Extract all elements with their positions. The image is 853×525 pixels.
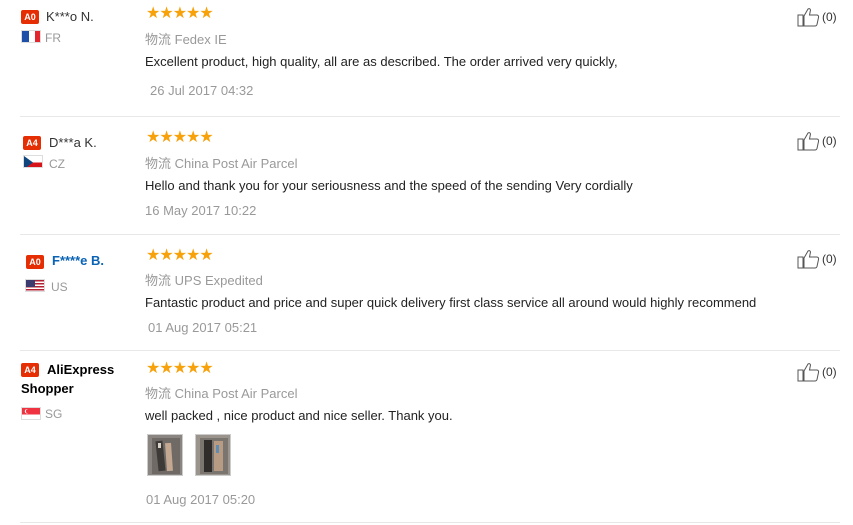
helpful-count: (0) bbox=[822, 10, 837, 24]
helpful-button[interactable]: (0) bbox=[797, 249, 837, 269]
logistics-label: 物流 bbox=[145, 32, 172, 47]
thumbs-up-icon bbox=[797, 132, 820, 151]
divider bbox=[20, 234, 840, 235]
divider bbox=[20, 522, 840, 523]
reviewer-name-link[interactable]: F****e B. bbox=[52, 253, 104, 268]
reviewer-name: AliExpress Shopper bbox=[21, 362, 115, 396]
helpful-count: (0) bbox=[822, 252, 837, 266]
flag-sg-icon bbox=[21, 407, 41, 420]
review-photo-thumbnail[interactable] bbox=[195, 434, 231, 476]
helpful-button[interactable]: (0) bbox=[797, 7, 837, 27]
flag-us-icon bbox=[25, 279, 45, 292]
divider bbox=[20, 350, 840, 351]
logistics-label: 物流 bbox=[145, 273, 172, 288]
buyer-level-badge: A0 bbox=[26, 255, 44, 269]
divider bbox=[20, 116, 840, 117]
shipping-service: UPS Expedited bbox=[174, 273, 263, 288]
logistics-label: 物流 bbox=[145, 386, 172, 401]
rating-stars: ★★★★★ bbox=[146, 5, 214, 22]
logistics-info: 物流 China Post Air Parcel bbox=[145, 153, 297, 172]
review-comment: well packed , nice product and nice sell… bbox=[145, 408, 453, 423]
reviewer-name: D***a K. bbox=[49, 135, 97, 150]
helpful-count: (0) bbox=[822, 365, 837, 379]
review-photo-thumbnail[interactable] bbox=[147, 434, 183, 476]
reviewer-country: SG bbox=[45, 407, 63, 421]
rating-stars: ★★★★★ bbox=[146, 129, 214, 146]
review-date: 16 May 2017 10:22 bbox=[145, 203, 257, 218]
reviewer-country: FR bbox=[45, 31, 61, 45]
review-comment: Fantastic product and price and super qu… bbox=[145, 295, 757, 310]
rating-stars: ★★★★★ bbox=[146, 360, 214, 377]
logistics-label: 物流 bbox=[145, 156, 172, 171]
buyer-level-badge: A0 bbox=[21, 10, 39, 24]
logistics-info: 物流 Fedex IE bbox=[145, 29, 227, 48]
shipping-service: Fedex IE bbox=[174, 32, 227, 47]
review-comment: Excellent product, high quality, all are… bbox=[145, 54, 618, 69]
flag-fr-icon bbox=[21, 30, 41, 43]
reviewer-name: K***o N. bbox=[46, 9, 94, 24]
thumbs-up-icon bbox=[797, 8, 820, 27]
reviewer-country: US bbox=[51, 280, 68, 294]
review-comment: Hello and thank you for your seriousness… bbox=[145, 178, 633, 193]
review-date: 26 Jul 2017 04:32 bbox=[150, 83, 254, 98]
logistics-info: 物流 UPS Expedited bbox=[145, 270, 263, 289]
logistics-info: 物流 China Post Air Parcel bbox=[145, 383, 297, 402]
review-date: 01 Aug 2017 05:20 bbox=[146, 492, 256, 507]
rating-stars: ★★★★★ bbox=[146, 247, 214, 264]
shipping-service: China Post Air Parcel bbox=[174, 386, 298, 401]
shipping-service: China Post Air Parcel bbox=[174, 156, 298, 171]
flag-cz-icon bbox=[23, 155, 43, 168]
helpful-button[interactable]: (0) bbox=[797, 362, 837, 382]
helpful-count: (0) bbox=[822, 134, 837, 148]
buyer-level-badge: A4 bbox=[23, 136, 41, 150]
thumbs-up-icon bbox=[797, 250, 820, 269]
review-date: 01 Aug 2017 05:21 bbox=[148, 320, 258, 335]
helpful-button[interactable]: (0) bbox=[797, 131, 837, 151]
reviewer-country: CZ bbox=[49, 157, 65, 171]
thumbs-up-icon bbox=[797, 363, 820, 382]
